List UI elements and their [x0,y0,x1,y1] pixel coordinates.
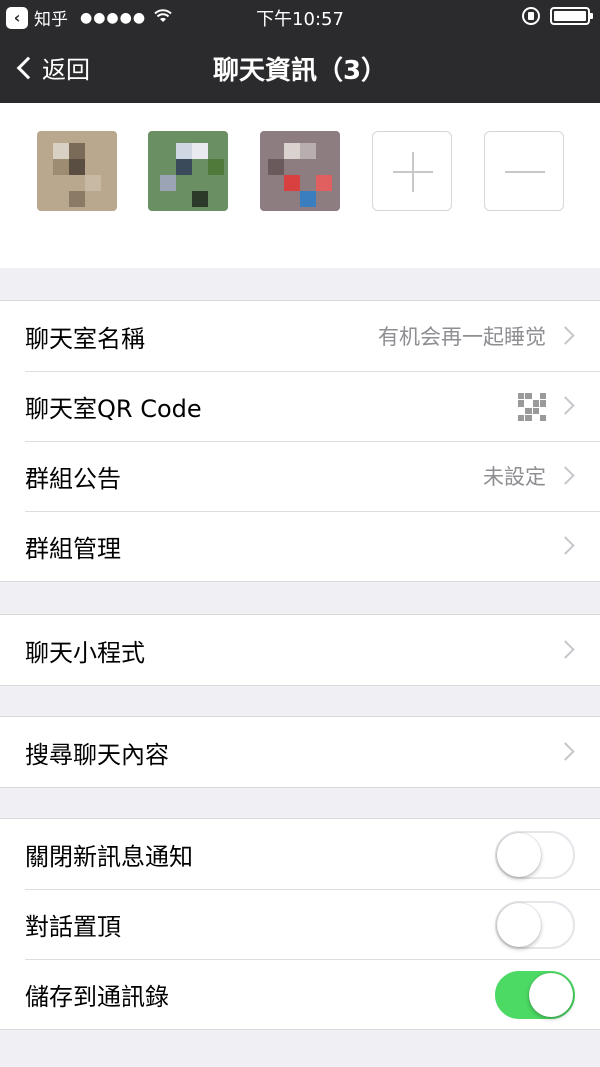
qr-code-icon [518,393,546,421]
mini-programs-row[interactable]: 聊天小程式 [0,615,600,685]
chat-name-row[interactable]: 聊天室名稱 有机会再一起睡觉 [0,301,600,371]
announcement-value: 未設定 [483,465,546,489]
chevron-right-icon [556,742,575,761]
clock: 下午10:57 [256,9,344,30]
group-manage-row[interactable]: 群組管理 [0,511,600,581]
member-grid [0,103,600,268]
chevron-right-icon [556,466,575,485]
pin-top-label: 對話置頂 [25,912,121,941]
pin-top-row: 對話置頂 [0,889,600,959]
chat-settings-group: 聊天室名稱 有机会再一起睡觉 聊天室QR Code 群組公告 未設定 群組管理 [0,300,600,582]
page-title: 聊天資訊（3） [212,56,388,86]
member-avatar[interactable] [37,131,117,211]
member-avatar[interactable] [260,131,340,211]
search-content-row[interactable]: 搜尋聊天內容 [0,717,600,787]
toggle-group: 關閉新訊息通知 對話置頂 儲存到通訊錄 [0,818,600,1030]
minus-icon [505,171,545,173]
qr-code-row[interactable]: 聊天室QR Code [0,371,600,441]
announcement-label: 群組公告 [25,464,121,493]
battery-icon [550,7,593,25]
mini-programs-group: 聊天小程式 [0,614,600,686]
chevron-right-icon [556,326,575,345]
search-group: 搜尋聊天內容 [0,716,600,788]
save-contacts-row: 儲存到通訊錄 [0,959,600,1029]
save-contacts-label: 儲存到通訊錄 [25,982,169,1011]
search-content-label: 搜尋聊天內容 [25,740,169,769]
mute-toggle[interactable] [495,831,575,879]
nav-bar: 返回 聊天資訊（3） [0,34,600,103]
mini-programs-label: 聊天小程式 [25,638,145,667]
chevron-right-icon [556,396,575,415]
chat-name-value: 有机会再一起睡觉 [378,325,546,349]
chat-name-label: 聊天室名稱 [25,324,145,353]
member-avatar[interactable] [148,131,228,211]
chevron-right-icon [556,640,575,659]
status-bar: ‹ 知乎 ●●●●● 下午10:57 [0,0,600,34]
add-member-button[interactable] [372,131,452,211]
chevron-right-icon [556,536,575,555]
rotation-lock-icon [522,7,540,25]
announcement-row[interactable]: 群組公告 未設定 [0,441,600,511]
qr-code-label: 聊天室QR Code [25,394,202,423]
mute-row: 關閉新訊息通知 [0,819,600,889]
pin-top-toggle[interactable] [495,901,575,949]
group-manage-label: 群組管理 [25,534,121,563]
remove-member-button[interactable] [484,131,564,211]
mute-label: 關閉新訊息通知 [25,842,193,871]
save-contacts-toggle[interactable] [495,971,575,1019]
